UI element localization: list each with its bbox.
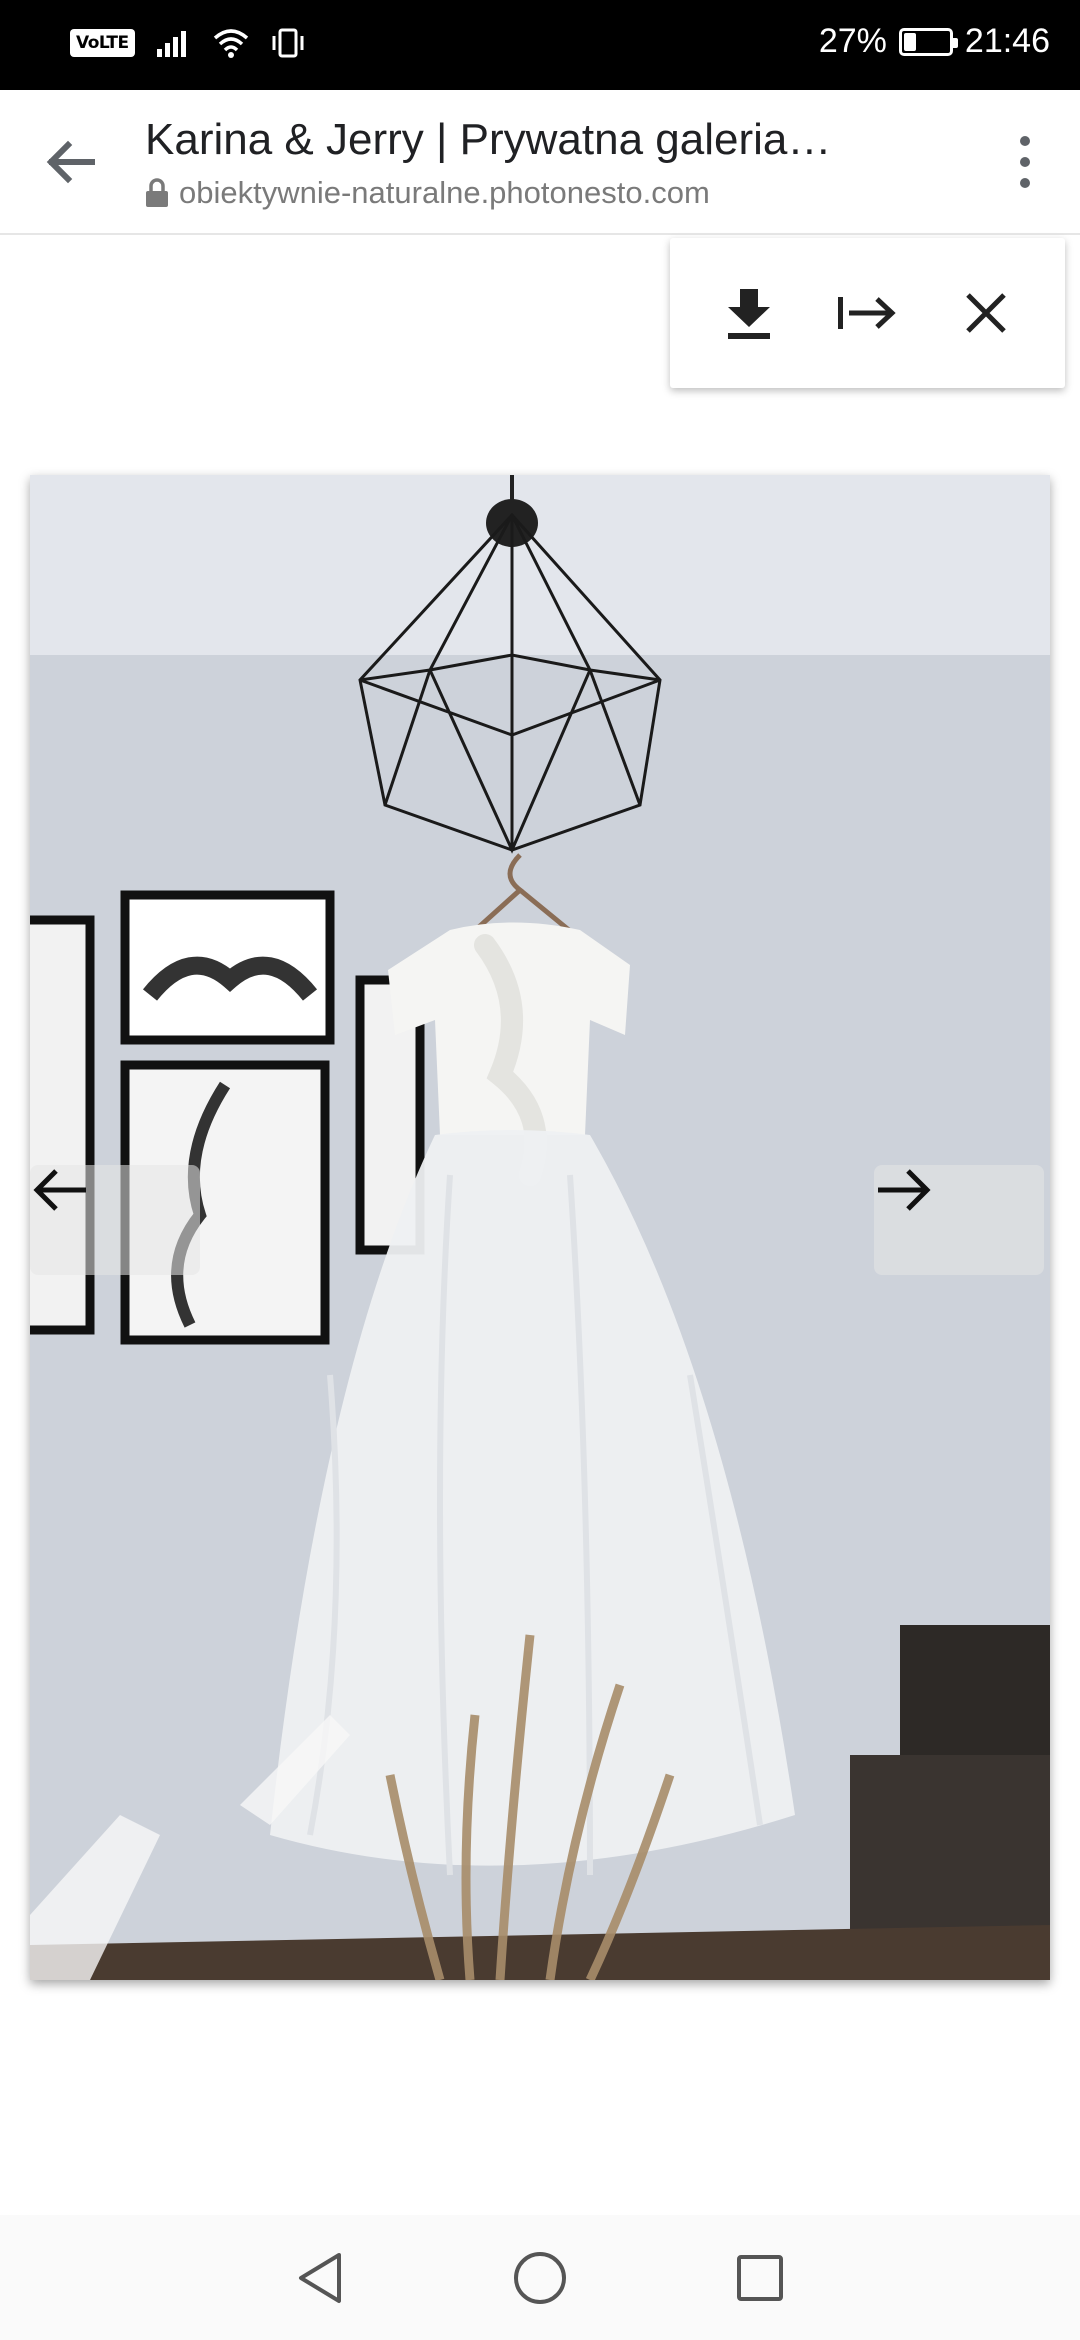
status-icons-right: 27% 21:46 — [819, 22, 1050, 61]
battery-percent: 27% — [818, 22, 887, 60]
back-button[interactable] — [40, 132, 100, 192]
slideshow-button[interactable] — [832, 278, 902, 348]
status-bar: VoLTE 27% 21:46 — [0, 0, 1080, 90]
browser-top-bar: Karina & Jerry | Prywatna galeria… obiek… — [0, 90, 1080, 235]
lock-icon — [146, 178, 168, 207]
triangle-back-icon — [299, 2252, 341, 2303]
gallery-photo[interactable] — [30, 475, 1050, 1980]
signal-bars-icon — [156, 31, 186, 57]
page-info[interactable]: Karina & Jerry | Prywatna galeria… obiek… — [145, 115, 925, 211]
close-icon — [966, 293, 1006, 333]
page-url: obiektywnie-naturalne.photonesto.com — [179, 175, 710, 210]
page-title: Karina & Jerry | Prywatna galeria… — [145, 115, 832, 164]
more-menu-button[interactable] — [1010, 130, 1040, 194]
previous-photo-button[interactable] — [30, 1165, 200, 1275]
arrow-left-icon — [33, 1169, 86, 1211]
system-home-button[interactable] — [510, 2248, 570, 2308]
more-vert-icon-dot — [1020, 136, 1030, 146]
battery-icon — [898, 27, 958, 56]
circle-home-icon — [514, 2251, 566, 2304]
next-photo-button[interactable] — [874, 1165, 1044, 1275]
system-navigation-bar — [0, 2215, 1080, 2340]
arrow-right-icon — [878, 1169, 931, 1211]
more-vert-icon-dot — [1020, 157, 1030, 167]
system-back-button[interactable] — [290, 2248, 350, 2308]
arrow-back-icon — [46, 140, 95, 184]
wifi-icon — [213, 29, 248, 58]
volte-badge: VoLTE — [70, 29, 135, 57]
page-url-row: obiektywnie-naturalne.photonesto.com — [145, 175, 925, 211]
battery-fill — [903, 32, 916, 51]
more-vert-icon-dot — [1020, 178, 1030, 188]
system-recents-button[interactable] — [730, 2248, 790, 2308]
close-button[interactable] — [951, 278, 1021, 348]
download-button[interactable] — [714, 278, 784, 348]
download-icon — [728, 289, 771, 339]
photo-toolbar — [670, 238, 1065, 388]
square-recents-icon — [737, 2254, 783, 2301]
clock: 21:46 — [964, 22, 1050, 60]
arrow-right-to-bar-icon — [838, 297, 897, 329]
vibrate-icon — [272, 28, 304, 58]
status-icons-left: VoLTE — [70, 28, 305, 58]
